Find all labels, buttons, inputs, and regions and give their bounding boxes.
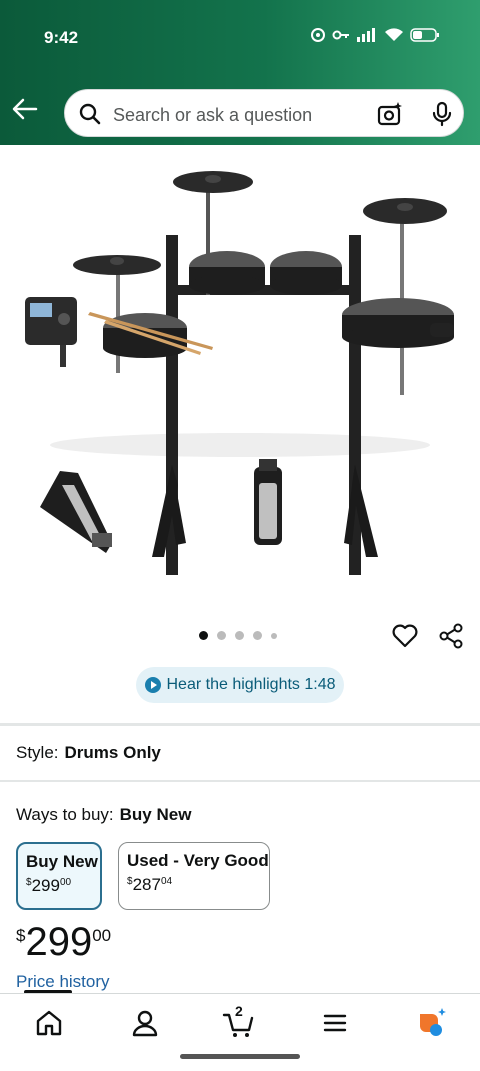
price-whole: 299: [25, 920, 93, 964]
heart-icon[interactable]: [391, 622, 419, 650]
ways-to-buy: Ways to buy: Buy New: [16, 805, 191, 825]
option-title: Buy New: [26, 852, 98, 871]
price-currency: $: [16, 926, 26, 945]
key-icon: [332, 30, 349, 40]
sync-icon: [311, 28, 325, 42]
ways-label: Ways to buy:: [16, 805, 114, 824]
style-selector[interactable]: Style: Drums Only: [16, 743, 161, 763]
home-indicator[interactable]: [180, 1054, 300, 1059]
ways-value: Buy New: [119, 805, 192, 824]
option-price: $29900: [26, 876, 72, 895]
search-input[interactable]: [111, 98, 365, 132]
mic-icon[interactable]: [431, 101, 453, 127]
hear-highlights-button[interactable]: Hear the highlights 1:48: [136, 667, 344, 703]
divider: [0, 723, 480, 726]
rufus-icon[interactable]: [414, 1006, 448, 1040]
home-icon[interactable]: [32, 1006, 66, 1040]
style-label: Style:: [16, 743, 59, 762]
header: 9:42: [0, 0, 480, 145]
cart-count: 2: [235, 1003, 243, 1019]
camera-icon[interactable]: [377, 101, 403, 127]
pager-dot[interactable]: [217, 631, 226, 640]
share-icon[interactable]: [438, 622, 466, 650]
used-very-good-option[interactable]: Used - Very Good $28704: [118, 842, 270, 910]
search-bar[interactable]: [64, 89, 464, 137]
highlights-label: Hear the highlights 1:48: [166, 676, 336, 693]
style-value: Drums Only: [64, 743, 161, 762]
pager-dot[interactable]: [199, 631, 208, 640]
signal-icon: [357, 28, 375, 42]
status-icons: [310, 27, 440, 43]
wifi-icon: [385, 28, 403, 41]
search-icon: [79, 103, 101, 125]
price-history-link[interactable]: Price history: [16, 972, 110, 992]
bottom-nav: 2: [0, 993, 480, 1071]
cart-button[interactable]: 2: [222, 1003, 256, 1040]
account-icon[interactable]: [128, 1006, 162, 1040]
divider: [0, 780, 480, 782]
status-time: 9:42: [44, 28, 79, 47]
play-icon: [144, 677, 161, 693]
price-fraction: 00: [92, 926, 112, 945]
buy-new-option[interactable]: Buy New $29900: [16, 842, 102, 910]
product-image[interactable]: [0, 145, 480, 615]
pager-dot[interactable]: [235, 631, 244, 640]
back-arrow-icon[interactable]: [10, 94, 40, 124]
option-price: $28704: [127, 875, 173, 894]
pager-dot[interactable]: [253, 631, 262, 640]
image-pager[interactable]: [199, 631, 277, 640]
battery-icon: [410, 28, 439, 42]
pager-dot[interactable]: [271, 632, 277, 639]
option-title: Used - Very Good: [127, 851, 269, 870]
price: $29900: [16, 920, 111, 965]
menu-icon[interactable]: [318, 1006, 352, 1040]
